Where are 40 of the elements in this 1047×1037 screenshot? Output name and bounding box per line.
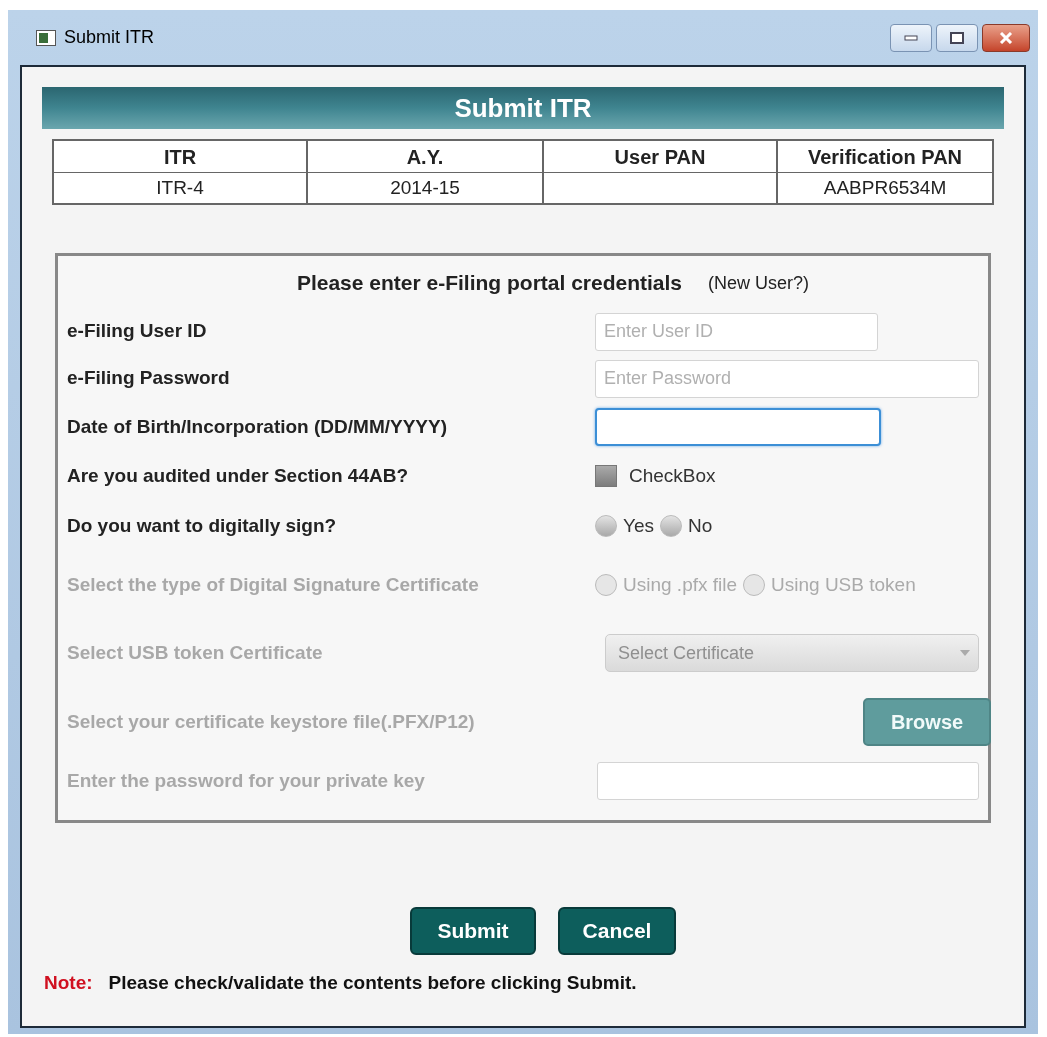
close-button[interactable] bbox=[982, 23, 1030, 52]
radio-label: No bbox=[688, 513, 713, 538]
dropdown-arrow-icon bbox=[960, 650, 970, 656]
window-title: Submit ITR bbox=[64, 26, 155, 49]
checkbox-label: CheckBox bbox=[629, 463, 716, 488]
maximize-button[interactable] bbox=[936, 23, 978, 52]
checkbox[interactable] bbox=[595, 465, 617, 487]
radio-button[interactable] bbox=[595, 515, 617, 537]
app-icon bbox=[36, 29, 56, 46]
field-label: Do you want to digitally sign? bbox=[67, 513, 338, 538]
radio-label: Using USB token bbox=[771, 572, 916, 597]
radio-label: Yes bbox=[623, 513, 654, 538]
maximize-icon bbox=[950, 31, 964, 44]
field-label: e-Filing User ID bbox=[67, 319, 208, 344]
field-label: e-Filing Password bbox=[67, 366, 231, 391]
column-header: User PAN bbox=[544, 141, 778, 173]
close-icon bbox=[999, 31, 1013, 44]
minimize-icon bbox=[904, 34, 918, 41]
column-header: ITR bbox=[54, 141, 308, 173]
column-header: A.Y. bbox=[308, 141, 544, 173]
table-cell: 2014-15 bbox=[308, 173, 544, 203]
new-user-link[interactable]: (New User?) bbox=[708, 269, 810, 297]
cancel-button[interactable]: Cancel bbox=[558, 907, 676, 955]
table-cell-text: AABPR6534M bbox=[822, 175, 948, 200]
field-label: Are you audited under Section 44AB? bbox=[67, 463, 409, 488]
field-label: Select the type of Digital Signature Certificate bbox=[67, 572, 480, 597]
table-cell: ITR-4 bbox=[54, 173, 308, 203]
field-label: Select USB token Certificate bbox=[67, 640, 324, 665]
field-label: Select your certificate keystore file(.PFX/P12) bbox=[67, 709, 476, 734]
submit-button[interactable]: Submit bbox=[410, 907, 536, 955]
column-header: Verification PAN bbox=[778, 141, 992, 173]
form-heading: Please enter e-Filing portal credentials bbox=[296, 270, 683, 297]
input-field[interactable] bbox=[595, 408, 881, 446]
radio-label: Using .pfx file bbox=[623, 572, 738, 597]
banner-title: Submit ITR bbox=[42, 87, 1004, 129]
radio-button[interactable] bbox=[660, 515, 682, 537]
field-label: Date of Birth/Incorporation (DD/MM/YYYY) bbox=[67, 414, 448, 439]
note-text: Please check/validate the contents before clicking Submit. bbox=[108, 971, 637, 995]
note-label: Note: bbox=[44, 971, 93, 995]
field-label: Enter the password for your private key bbox=[67, 768, 426, 793]
